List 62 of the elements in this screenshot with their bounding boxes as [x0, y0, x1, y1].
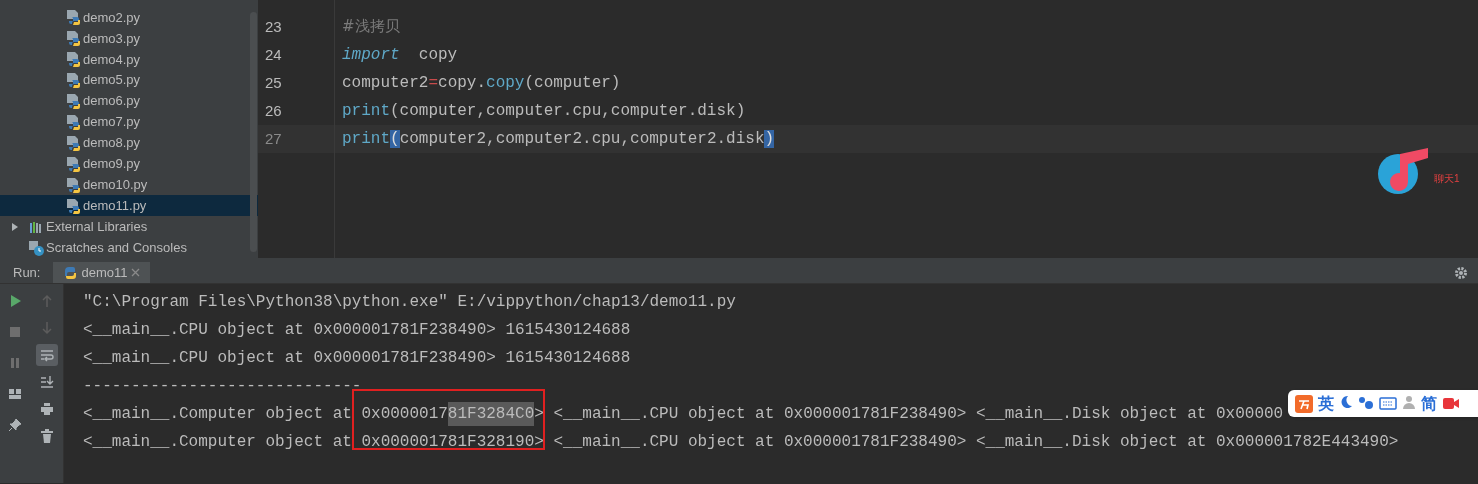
tree-item[interactable]: demo4.py [0, 48, 258, 70]
code-line: #浅拷贝 [342, 16, 400, 37]
line-number: 25 [264, 72, 283, 93]
library-icon [28, 219, 44, 234]
trash-icon [39, 429, 54, 443]
python-icon [63, 265, 78, 280]
python-file-icon [65, 72, 81, 89]
python-file-icon [65, 9, 81, 26]
tree-item[interactable]: demo5.py [0, 69, 258, 91]
close-icon [131, 268, 141, 277]
python-file-icon [65, 30, 81, 47]
run-tab[interactable]: demo11 [53, 262, 151, 283]
console-line: "C:\Program Files\Python38\python.exe" E:/vippython/chap13/demo11.py [83, 292, 737, 313]
line-number: 24 [264, 44, 283, 65]
stop-icon [8, 325, 22, 339]
layout-icon [8, 387, 22, 401]
print-icon [39, 402, 54, 416]
python-file-icon [65, 51, 81, 68]
scratches-icon [28, 239, 44, 256]
python-file-icon [65, 176, 81, 193]
scrollbar[interactable] [250, 12, 257, 252]
tree-item[interactable]: demo11.py [0, 195, 258, 217]
soft-wrap-icon [39, 348, 54, 362]
line-number: 26 [264, 100, 283, 121]
python-file-icon [65, 114, 81, 131]
console-line: ----------------------------- [83, 376, 363, 397]
tree-item[interactable]: demo2.py [0, 7, 258, 28]
settings-icon [1454, 265, 1468, 280]
python-file-icon [65, 135, 81, 151]
tree-item[interactable]: demo8.py [0, 132, 258, 154]
console-line: <__main__.Computer object at 0x000001781F328190> <__main__.CPU object at 0x000001781F238490> <__main__.Disk object at 0x000001782E443490> [83, 432, 1400, 453]
code-line: computer2=copy.copy(computer) [342, 73, 621, 94]
tree-item[interactable]: demo6.py [0, 90, 258, 112]
tree-item[interactable]: demo9.py [0, 153, 258, 175]
run-label: Run: [12, 263, 42, 282]
tree-item[interactable]: demo10.py [0, 174, 258, 196]
pause-icon [8, 356, 22, 370]
console-line: <__main__.CPU object at 0x000001781F238490> 1615430124688 [83, 348, 632, 369]
scroll-to-end-icon [39, 375, 54, 389]
run-icon [8, 294, 22, 308]
expand-arrow-icon [10, 221, 20, 232]
line-number: 23 [264, 16, 283, 37]
tree-item[interactable]: Scratches and Consoles [0, 237, 258, 259]
app-caption: 聊天1 [1434, 171, 1460, 186]
logo-icon[interactable] [1295, 394, 1313, 413]
console-line: <__main__.CPU object at 0x000001781F238490> 1615430124688 [83, 320, 632, 341]
tree-item[interactable]: demo3.py [0, 27, 258, 49]
tree-item[interactable]: demo7.py [0, 111, 258, 133]
tree-item[interactable]: External Libraries [0, 216, 258, 238]
ime-mode-label[interactable]: 简 [1421, 391, 1437, 416]
line-number: 27 [258, 125, 334, 153]
code-line: print(computer2,computer2.cpu,computer2.disk) [342, 129, 775, 150]
pin-icon [8, 418, 22, 432]
code-line: import copy [342, 45, 458, 66]
python-file-icon [65, 155, 81, 172]
python-file-icon [65, 93, 81, 110]
ime-mode-label[interactable]: 英 [1318, 391, 1334, 416]
keyboard-icon[interactable] [1379, 394, 1397, 413]
python-file-icon [65, 197, 81, 214]
soft-wrap-button[interactable] [35, 344, 58, 366]
down-arrow-icon [39, 321, 54, 335]
code-line: print(computer,computer.cpu,computer.disk) [342, 101, 746, 122]
